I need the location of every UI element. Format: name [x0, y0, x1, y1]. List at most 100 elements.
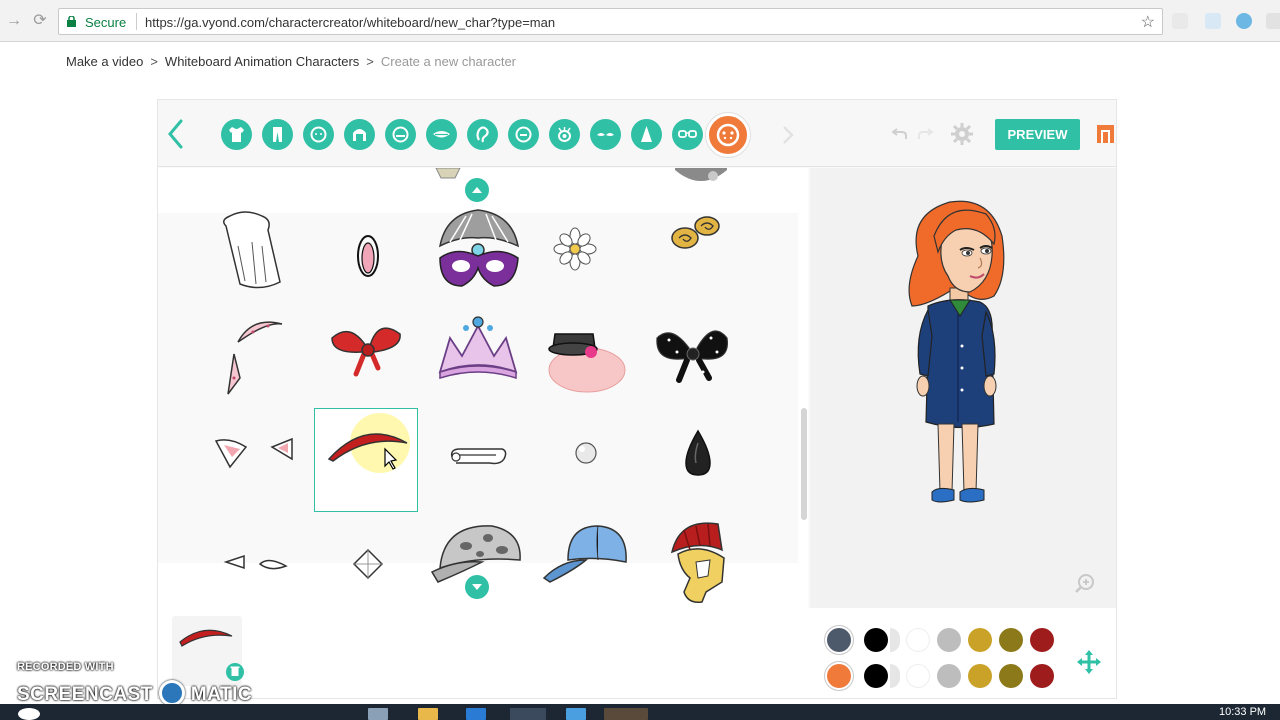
- move-icon[interactable]: [1075, 648, 1103, 676]
- category-head[interactable]: [303, 119, 334, 150]
- save-icon[interactable]: [1095, 123, 1116, 145]
- item-flower-pin[interactable]: [523, 206, 627, 310]
- category-nose[interactable]: [508, 119, 539, 150]
- item-spartan-helmet[interactable]: [644, 518, 748, 608]
- color-swatch-black[interactable]: [864, 664, 888, 688]
- watermark-logo: SCREENCAST MATIC: [17, 680, 252, 706]
- scroll-down-button[interactable]: [465, 575, 489, 599]
- chef-hat-icon: [223, 211, 281, 289]
- category-mouth[interactable]: [426, 119, 457, 150]
- character-stage: [810, 168, 1116, 608]
- nose-icon: [515, 126, 532, 143]
- color-swatch-current-1[interactable]: [827, 628, 851, 652]
- item-diamond-pin[interactable]: [316, 516, 420, 608]
- item-cat-ears[interactable]: [208, 411, 312, 515]
- extension-icon[interactable]: [1236, 13, 1252, 29]
- app-taskbar-icon[interactable]: [566, 708, 586, 720]
- color-swatch-black[interactable]: [864, 628, 888, 652]
- zoom-icon[interactable]: [1074, 573, 1096, 595]
- red-headband-icon: [327, 413, 410, 473]
- head-icon: [310, 126, 327, 143]
- category-eye[interactable]: [549, 119, 580, 150]
- color-swatch-red[interactable]: [1030, 628, 1054, 652]
- item-baseball-cap[interactable]: [536, 516, 640, 608]
- diamond-pin-icon: [352, 548, 384, 580]
- store-icon[interactable]: [466, 708, 486, 720]
- address-bar[interactable]: Secure https://ga.vyond.com/charactercre…: [58, 8, 1163, 35]
- item-cat-ear-band[interactable]: [208, 308, 312, 412]
- selected-item-slot[interactable]: [172, 616, 244, 686]
- item-hair-clip[interactable]: [316, 206, 420, 310]
- color-dropdown[interactable]: [890, 664, 900, 688]
- category-upper-body[interactable]: [221, 119, 252, 150]
- category-ear[interactable]: [467, 119, 498, 150]
- item-gold-barrettes[interactable]: [643, 206, 747, 310]
- color-dropdown[interactable]: [890, 628, 900, 652]
- item-black-bow[interactable]: [641, 308, 745, 412]
- color-swatch-gold[interactable]: [968, 628, 992, 652]
- selection-and-colors: [158, 608, 1116, 698]
- item-tiara[interactable]: [426, 308, 530, 412]
- color-swatch-gray[interactable]: [937, 628, 961, 652]
- character-editor: PREVIEW: [157, 99, 1117, 699]
- color-swatch-olive[interactable]: [999, 664, 1023, 688]
- color-swatch-white[interactable]: [906, 628, 930, 652]
- menu-icon[interactable]: [1266, 13, 1280, 29]
- redo-icon[interactable]: [916, 124, 934, 142]
- tiara-icon: [438, 316, 518, 380]
- back-arrow-icon[interactable]: [164, 117, 186, 151]
- breadcrumb-item-whiteboard-characters[interactable]: Whiteboard Animation Characters: [165, 54, 359, 69]
- category-hair[interactable]: [344, 119, 375, 150]
- lock-icon: [67, 16, 76, 27]
- mini-top-hat-icon: [548, 333, 626, 393]
- color-swatch-white[interactable]: [906, 664, 930, 688]
- file-explorer-icon[interactable]: [418, 708, 438, 720]
- extension-icon[interactable]: [1172, 13, 1188, 29]
- category-face[interactable]: [385, 119, 416, 150]
- screencast-taskbar-icon[interactable]: [604, 708, 648, 720]
- color-swatch-olive[interactable]: [999, 628, 1023, 652]
- cat-ears-icon: [214, 437, 293, 469]
- reload-icon[interactable]: ⟳: [30, 11, 50, 31]
- category-body-shape[interactable]: [631, 119, 662, 150]
- next-arrow-icon[interactable]: [780, 124, 796, 146]
- item-black-drop-clip[interactable]: [646, 411, 750, 515]
- remove-item-button[interactable]: [226, 663, 244, 681]
- color-swatch-gray[interactable]: [937, 664, 961, 688]
- item-chef-hat[interactable]: [200, 206, 304, 310]
- category-lower-body[interactable]: [262, 119, 293, 150]
- url-text[interactable]: https://ga.vyond.com/charactercreator/wh…: [145, 15, 555, 30]
- spartan-helmet-icon: [670, 522, 725, 604]
- grid-scrollbar[interactable]: [801, 408, 807, 520]
- category-accessories[interactable]: [706, 113, 750, 157]
- item-mini-top-hat[interactable]: [537, 308, 641, 412]
- breadcrumb-item-make-a-video[interactable]: Make a video: [66, 54, 143, 69]
- color-swatch-red[interactable]: [1030, 664, 1054, 688]
- preview-button[interactable]: PREVIEW: [995, 119, 1080, 150]
- scroll-up-button[interactable]: [465, 178, 489, 202]
- partial-item: [435, 168, 461, 179]
- task-view-icon[interactable]: [368, 708, 388, 720]
- ear-icon: [476, 126, 489, 143]
- color-swatch-current-2[interactable]: [827, 664, 851, 688]
- item-feather-mask[interactable]: [426, 206, 530, 310]
- item-red-headband[interactable]: [314, 408, 418, 512]
- star-icon[interactable]: ☆: [1141, 12, 1155, 32]
- item-elf-ears[interactable]: [208, 516, 312, 608]
- cat-ear-band-icon: [227, 321, 283, 395]
- color-swatch-gold[interactable]: [968, 664, 992, 688]
- search-icon[interactable]: [18, 708, 40, 720]
- item-red-bow[interactable]: [316, 308, 420, 412]
- item-pearl[interactable]: [534, 411, 638, 515]
- forward-icon[interactable]: →: [4, 11, 24, 31]
- extension-icon[interactable]: [1205, 13, 1221, 29]
- item-safety-pin[interactable]: [426, 411, 530, 515]
- chrome-taskbar-icon[interactable]: [510, 708, 546, 720]
- gear-icon[interactable]: [950, 122, 974, 146]
- undo-icon[interactable]: [891, 124, 909, 142]
- taskbar-clock: 10:33 PM: [1219, 706, 1267, 718]
- category-glasses[interactable]: [672, 119, 703, 150]
- url-divider: [136, 13, 137, 30]
- category-eyebrow[interactable]: [590, 119, 621, 150]
- lips-icon: [433, 131, 450, 138]
